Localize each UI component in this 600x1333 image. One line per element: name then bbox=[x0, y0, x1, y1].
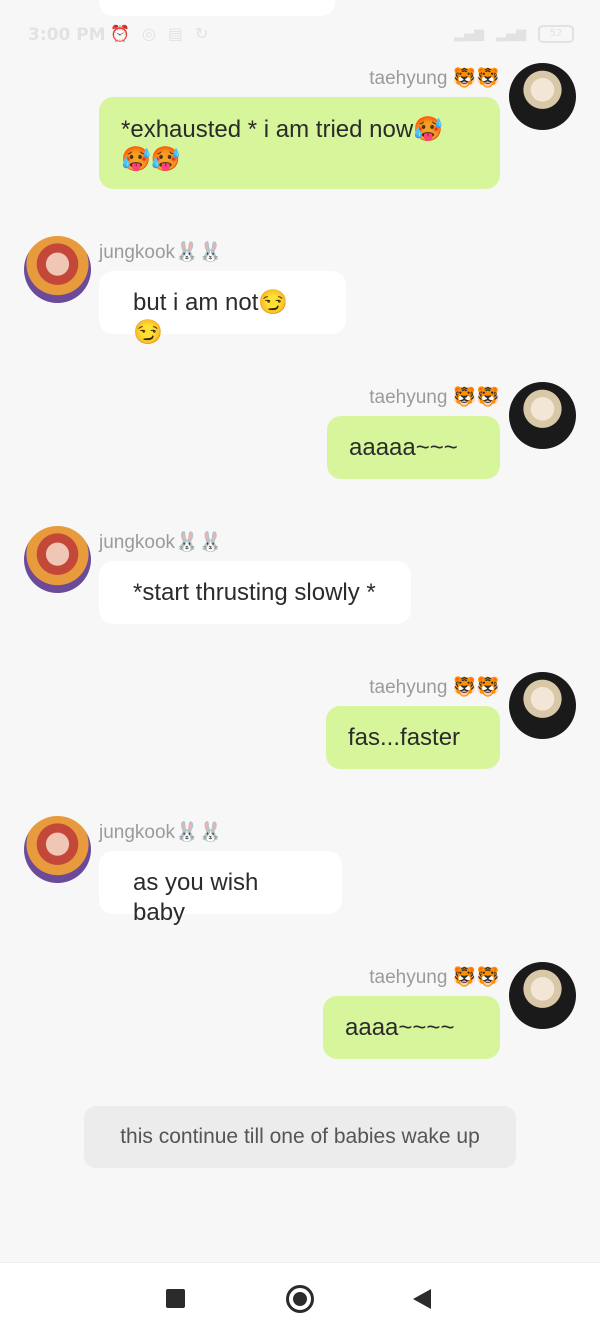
message-text: aaaa~~~~ bbox=[345, 1014, 455, 1041]
sender-name: taehyung 🐯🐯 bbox=[369, 677, 500, 698]
status-time: 3:00 PM bbox=[28, 25, 106, 45]
message-text: *start thrusting slowly * bbox=[133, 579, 376, 606]
message-text: aaaaa~~~ bbox=[349, 434, 458, 461]
home-circle-icon[interactable] bbox=[286, 1285, 314, 1313]
avatar-taehyung[interactable] bbox=[509, 672, 576, 739]
alarm-icon: ⏰ bbox=[110, 24, 130, 43]
chat-screen: 3:00 PM ⏰ ◎ ▤ ↻ ▂▄▆ ▂▄▆ 52 taehyung 🐯🐯 *… bbox=[0, 0, 600, 1333]
avatar-jungkook[interactable] bbox=[24, 236, 91, 303]
message-bubble[interactable]: *exhausted * i am tried now🥵 🥵🥵 bbox=[99, 97, 500, 189]
message-text-line2: 🥵🥵 bbox=[121, 146, 181, 173]
recents-square-icon[interactable] bbox=[166, 1289, 185, 1308]
sender-name: taehyung 🐯🐯 bbox=[369, 387, 500, 408]
status-right: ▂▄▆ ▂▄▆ 52 bbox=[454, 25, 574, 43]
avatar-taehyung[interactable] bbox=[509, 962, 576, 1029]
sync-icon: ↻ bbox=[195, 24, 209, 43]
message-text: *exhausted * i am tried now🥵 bbox=[121, 116, 444, 143]
sender-name: jungkook🐰🐰 bbox=[99, 532, 223, 553]
avatar-jungkook[interactable] bbox=[24, 526, 91, 593]
sender-name: jungkook🐰🐰 bbox=[99, 242, 223, 263]
status-icons: ⏰ ◎ ▤ ↻ bbox=[110, 24, 208, 43]
messenger-icon: ◎ bbox=[141, 24, 156, 43]
avatar-taehyung[interactable] bbox=[509, 63, 576, 130]
message-bubble[interactable]: *start thrusting slowly * bbox=[99, 561, 411, 624]
message-bubble[interactable]: as you wish baby bbox=[99, 851, 342, 926]
navigation-bar bbox=[0, 1262, 600, 1333]
message-bubble[interactable]: aaaaa~~~ bbox=[327, 416, 500, 479]
previous-message-bubble bbox=[99, 0, 335, 16]
back-triangle-icon[interactable] bbox=[413, 1289, 431, 1309]
message-bubble[interactable]: but i am not😏😏 bbox=[99, 271, 346, 346]
sender-name: jungkook🐰🐰 bbox=[99, 822, 223, 843]
sender-name: taehyung 🐯🐯 bbox=[369, 68, 500, 89]
message-text: as you wish baby bbox=[133, 869, 259, 926]
msg-icon: ▤ bbox=[167, 24, 184, 43]
avatar-taehyung[interactable] bbox=[509, 382, 576, 449]
message-text: fas...faster bbox=[348, 724, 461, 751]
message-text: but i am not😏😏 bbox=[133, 289, 289, 346]
avatar-jungkook[interactable] bbox=[24, 816, 91, 883]
sender-name: taehyung 🐯🐯 bbox=[369, 967, 500, 988]
signal-icon: ▂▄▆ bbox=[454, 26, 484, 42]
narration-bubble: this continue till one of babies wake up bbox=[84, 1106, 516, 1168]
message-bubble[interactable]: fas...faster bbox=[326, 706, 500, 769]
status-bar: 3:00 PM ⏰ ◎ ▤ ↻ ▂▄▆ ▂▄▆ 52 bbox=[0, 22, 600, 50]
message-bubble[interactable]: aaaa~~~~ bbox=[323, 996, 500, 1059]
battery-icon: 52 bbox=[538, 25, 574, 43]
signal-icon-2: ▂▄▆ bbox=[496, 26, 526, 42]
